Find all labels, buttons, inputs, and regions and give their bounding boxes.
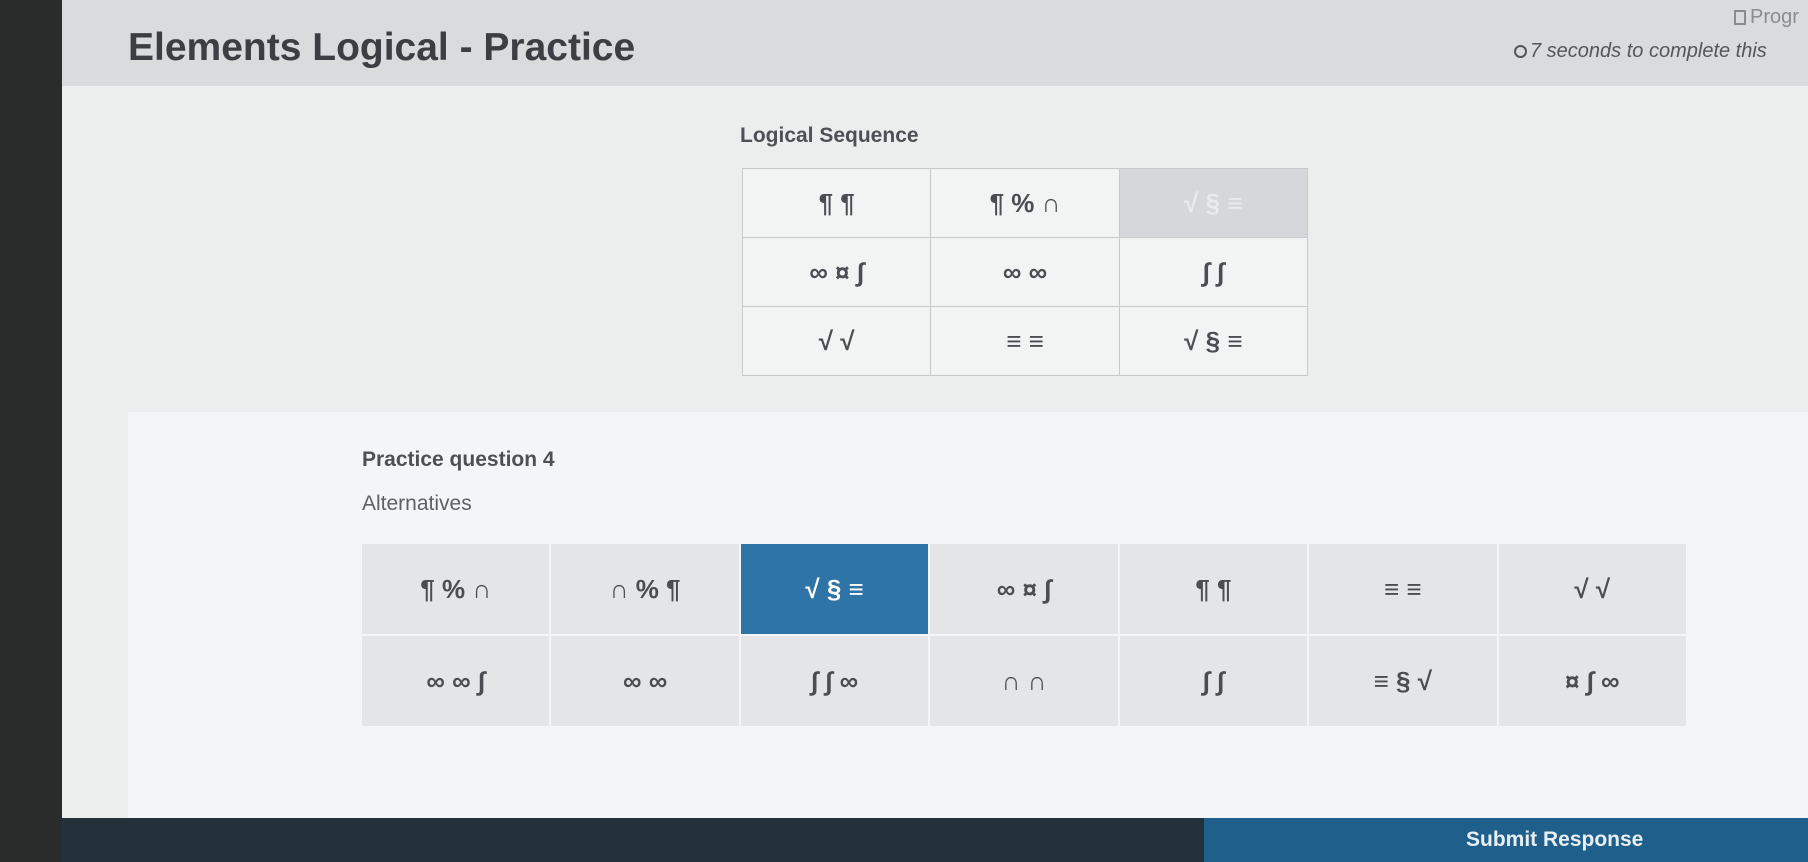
- progress-label: Progr: [1750, 6, 1799, 28]
- sequence-cell: √ √: [741, 306, 932, 376]
- app-screen: Elements Logical - Practice Progr 7 seco…: [62, 0, 1808, 862]
- sequence-row: ¶ ¶ ¶ % ∩ √ § ≡: [741, 168, 1309, 238]
- sequence-cell-highlight: √ § ≡: [1118, 168, 1309, 238]
- sequence-grid: ¶ ¶ ¶ % ∩ √ § ≡ ∞ ¤ ∫ ∞ ∞ ∫ ∫ √ √ ≡ ≡ √ …: [741, 168, 1309, 376]
- sequence-cell: ¶ % ∩: [930, 168, 1120, 238]
- sequence-cell: ∞ ∞: [930, 237, 1120, 307]
- alternative-option[interactable]: ∫ ∫ ∞: [738, 634, 931, 728]
- sequence-label: Logical Sequence: [740, 124, 919, 147]
- alternative-option[interactable]: ∩ % ¶: [549, 542, 741, 636]
- progress-link[interactable]: Progr: [1734, 6, 1799, 29]
- alternative-option[interactable]: ∞ ¤ ∫: [928, 542, 1120, 636]
- sequence-cell: √ § ≡: [1118, 306, 1309, 376]
- sequence-cell: ≡ ≡: [930, 306, 1120, 376]
- alternative-option[interactable]: √ √: [1496, 542, 1689, 636]
- submit-response-button[interactable]: Submit Response: [1204, 818, 1808, 862]
- sequence-row: ∞ ¤ ∫ ∞ ∞ ∫ ∫: [741, 237, 1309, 307]
- question-title: Practice question 4: [362, 448, 555, 471]
- alternative-option[interactable]: ≡ § √: [1307, 634, 1499, 728]
- timer-icon: [1514, 45, 1527, 58]
- alternative-option[interactable]: ≡ ≡: [1307, 542, 1499, 636]
- sequence-cell: ∫ ∫: [1118, 237, 1309, 307]
- progress-icon: [1734, 10, 1746, 25]
- alternative-option-selected[interactable]: √ § ≡: [738, 542, 931, 636]
- alternatives-label: Alternatives: [362, 492, 472, 515]
- page-title: Elements Logical - Practice: [128, 26, 636, 69]
- alternative-option[interactable]: ¶ % ∩: [359, 542, 552, 636]
- header-bar: Elements Logical - Practice Progr 7 seco…: [62, 0, 1808, 86]
- alternative-option[interactable]: ¶ ¶: [1117, 542, 1310, 636]
- timer-text: 7 seconds to complete this: [1530, 40, 1767, 62]
- alternative-option[interactable]: ∩ ∩: [928, 634, 1120, 728]
- alternative-option[interactable]: ∫ ∫: [1117, 634, 1310, 728]
- alternatives-row: ∞ ∞ ∫ ∞ ∞ ∫ ∫ ∞ ∩ ∩ ∫ ∫ ≡ § √ ¤ ∫ ∞: [359, 634, 1689, 728]
- sequence-cell: ¶ ¶: [741, 168, 932, 238]
- sequence-row: √ √ ≡ ≡ √ § ≡: [741, 306, 1309, 376]
- alternative-option[interactable]: ∞ ∞ ∫: [359, 634, 552, 728]
- alternatives-grid: ¶ % ∩ ∩ % ¶ √ § ≡ ∞ ¤ ∫ ¶ ¶ ≡ ≡ √ √ ∞ ∞ …: [359, 542, 1689, 728]
- alternative-option[interactable]: ¤ ∫ ∞: [1496, 634, 1689, 728]
- alternatives-row: ¶ % ∩ ∩ % ¶ √ § ≡ ∞ ¤ ∫ ¶ ¶ ≡ ≡ √ √: [359, 542, 1689, 636]
- alternative-option[interactable]: ∞ ∞: [549, 634, 741, 728]
- sequence-cell: ∞ ¤ ∫: [741, 237, 932, 307]
- timer: 7 seconds to complete this: [1514, 40, 1767, 63]
